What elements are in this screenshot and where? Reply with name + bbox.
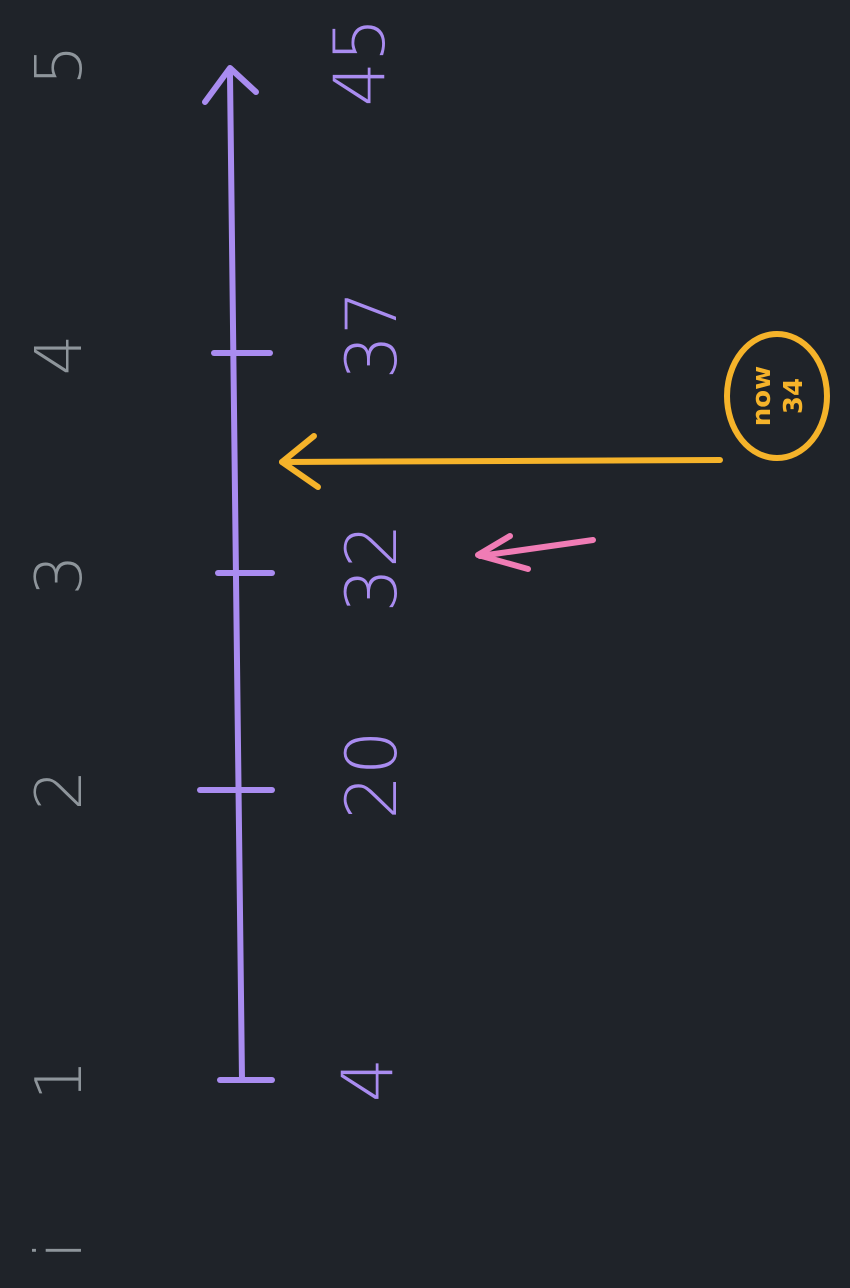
value-label: 32 (331, 523, 413, 612)
current-word: now (747, 366, 777, 426)
number-line-diagram: i 1 2 3 4 5 4 20 32 37 45 now 34 (23, 17, 830, 1259)
number-line (227, 72, 245, 1083)
index-label-i: i (23, 1241, 97, 1259)
index-label-2: 2 (23, 770, 97, 811)
index-label-5: 5 (23, 45, 97, 86)
value-label: 45 (319, 17, 401, 106)
index-label-4: 4 (23, 335, 97, 376)
index-label-3: 3 (23, 555, 97, 596)
value-label: 20 (331, 730, 413, 819)
index-label-1: 1 (23, 1060, 97, 1101)
current-marker-circle (724, 331, 830, 461)
current-value: 34 (779, 378, 809, 414)
arrow-icon (279, 433, 723, 490)
value-label: 37 (331, 290, 413, 379)
value-label: 4 (327, 1058, 409, 1103)
arrow-icon (475, 533, 596, 572)
